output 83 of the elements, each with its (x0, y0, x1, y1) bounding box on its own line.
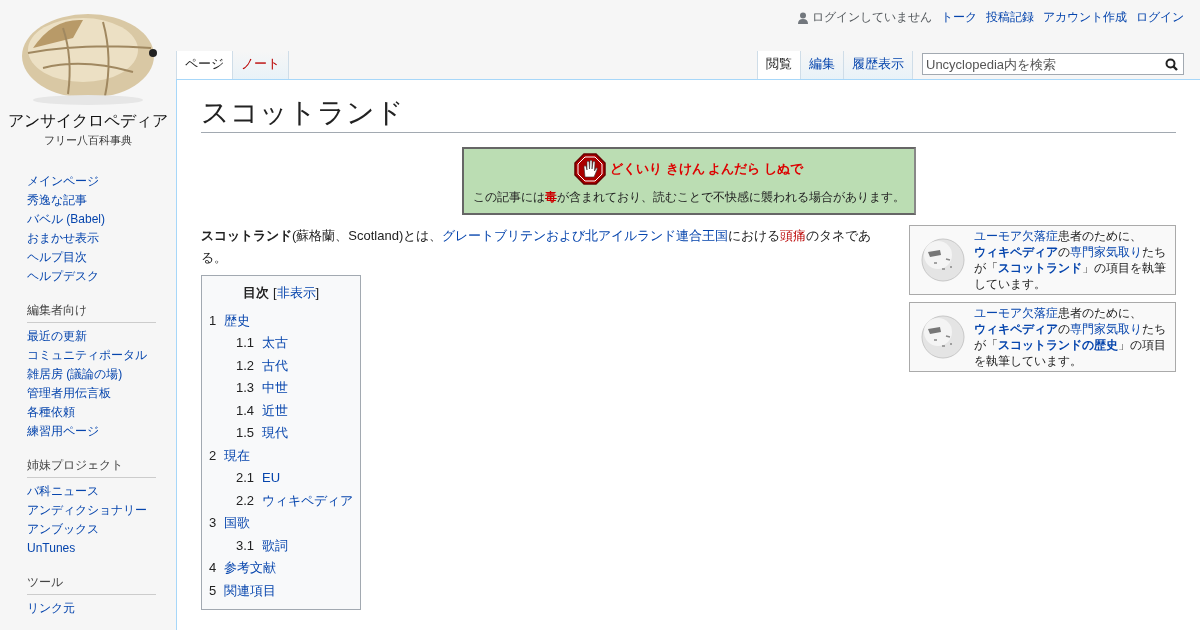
page-tab[interactable]: ページ (176, 51, 232, 80)
sidebar-link[interactable]: 各種依頼 (27, 403, 75, 422)
toc-number: 1.3 (236, 380, 255, 396)
toc-number: 1.4 (236, 402, 255, 418)
personal-link[interactable]: アカウント作成 (1043, 9, 1127, 26)
toc-link[interactable]: 古代 (262, 357, 289, 373)
toc-link[interactable]: 太古 (262, 335, 289, 351)
toc-link[interactable]: EU (262, 470, 281, 486)
globe-icon (920, 236, 966, 283)
toc-number: 1 (209, 312, 217, 328)
sidebar-link[interactable]: 雑居房 (議論の場) (27, 365, 123, 384)
view-tab[interactable]: 閲覧 (757, 51, 800, 80)
text-link[interactable]: 専門家気取り (1070, 244, 1142, 259)
warning-title: どくいり きけん よんだら しぬで (610, 159, 803, 178)
text-link[interactable]: ウィキペディア (974, 321, 1058, 336)
toc-link[interactable]: 国歌 (224, 515, 251, 531)
toc-link[interactable]: 歌詞 (262, 537, 289, 553)
sidebar-link[interactable]: バ科ニュース (27, 482, 99, 501)
sidebar-link[interactable]: アンブックス (27, 520, 99, 539)
text-link[interactable]: スコットランドの歴史 (998, 337, 1118, 352)
text-link[interactable]: ウィキペディア (974, 244, 1058, 259)
site-tagline: フリー八百科事典 (44, 133, 132, 148)
globe-icon (920, 313, 966, 360)
search-field[interactable]: Uncyclopedia内を検索 (922, 53, 1184, 75)
toc-number: 2.2 (236, 492, 255, 508)
view-tab[interactable]: 編集 (800, 51, 843, 80)
toc-link[interactable]: 歴史 (224, 312, 251, 328)
text-link[interactable]: ユーモア欠落症 (974, 228, 1058, 243)
toc-link[interactable]: 関連項目 (224, 582, 277, 598)
sidebar-link[interactable]: メインページ (27, 172, 99, 191)
sidebar-link[interactable]: 練習用ページ (27, 422, 99, 441)
personal-link[interactable]: 投稿記録 (986, 9, 1034, 26)
sidebar-heading: 編集者向け (27, 298, 156, 323)
text-link[interactable]: ユーモア欠落症 (974, 305, 1058, 320)
toc-number: 1.2 (236, 357, 255, 373)
sidebar-link[interactable]: リンク元 (27, 599, 75, 618)
stop-hand-icon (574, 152, 607, 185)
toc-number: 1.5 (236, 425, 255, 441)
sidebar-link[interactable]: おまかせ表示 (27, 229, 99, 248)
toc-number: 2.1 (236, 470, 255, 486)
text-link[interactable]: スコットランド (998, 260, 1082, 275)
warning-text: この記事には毒が含まれており、読むことで不快感に襲われる場合があります。 (472, 188, 905, 206)
toc-number: 2 (209, 447, 217, 463)
toc-link[interactable]: 参考文献 (224, 560, 277, 576)
sidebar-link[interactable]: アンディクショナリー (27, 501, 147, 520)
toc-number: 3 (209, 515, 217, 531)
search-icon[interactable] (1165, 58, 1178, 71)
page-tab[interactable]: ノート (232, 51, 289, 80)
sidebar-link[interactable]: ヘルプ目次 (27, 248, 87, 267)
sidebar-heading: 姉妹プロジェクト (27, 453, 156, 478)
sidebar-link[interactable]: 管理者用伝言板 (27, 384, 111, 403)
toc-number: 5 (209, 582, 217, 598)
sidebar-link[interactable]: ヘルプデスク (27, 267, 99, 286)
site-title: アンサイクロペディア (8, 111, 168, 132)
toc-link[interactable]: 近世 (262, 402, 289, 418)
login-status: ログインしていません (812, 9, 932, 26)
toc-title: 目次 (242, 284, 269, 300)
text-link[interactable]: 専門家気取り (1070, 321, 1142, 336)
toc-link[interactable]: 中世 (262, 380, 289, 396)
toc-number: 1.1 (236, 335, 255, 351)
sidebar-heading: ツール (27, 570, 156, 595)
toc-number: 4 (209, 560, 217, 576)
personal-link[interactable]: ログイン (1136, 9, 1184, 26)
toc-link[interactable]: 現在 (224, 447, 251, 463)
sidebar-link[interactable]: 秀逸な記事 (27, 191, 87, 210)
sidebar-link[interactable]: バベル (Babel) (27, 210, 106, 229)
page-title: スコットランド (201, 96, 1176, 133)
toc-number: 3.1 (236, 537, 255, 553)
view-tab[interactable]: 履歴表示 (843, 51, 913, 80)
text-link[interactable]: 頭痛 (780, 227, 807, 243)
text-link[interactable]: グレートブリテンおよび北アイルランド連合王国 (442, 227, 729, 243)
paragraph: ユーモア欠落症患者のために、 ウィキペディアの専門家気取り たちが「スコットランドの歴史」の項目を執筆しています。 (974, 304, 1167, 369)
personal-link[interactable]: トーク (941, 9, 977, 26)
sidebar-link[interactable]: 最近の更新 (27, 327, 87, 346)
toc-link[interactable]: ウィキペディア (262, 492, 354, 508)
bracket: ] (315, 284, 320, 300)
paragraph: スコットランド(蘇格蘭、Scotland)とは、グレートブリテンおよび北アイルランド連合王国における頭痛のタネである。 (201, 226, 873, 267)
toc-link[interactable]: 現代 (262, 425, 289, 441)
sidebar-link[interactable]: UnTunes (27, 539, 76, 558)
bracket: [ (272, 284, 277, 300)
sidebar-link[interactable]: コミュニティポータル (27, 346, 147, 365)
user-icon (798, 11, 808, 24)
paragraph: ユーモア欠落症患者のために、 ウィキペディアの専門家気取り たちが「スコットランド」の項目を執筆しています。 (974, 227, 1167, 292)
